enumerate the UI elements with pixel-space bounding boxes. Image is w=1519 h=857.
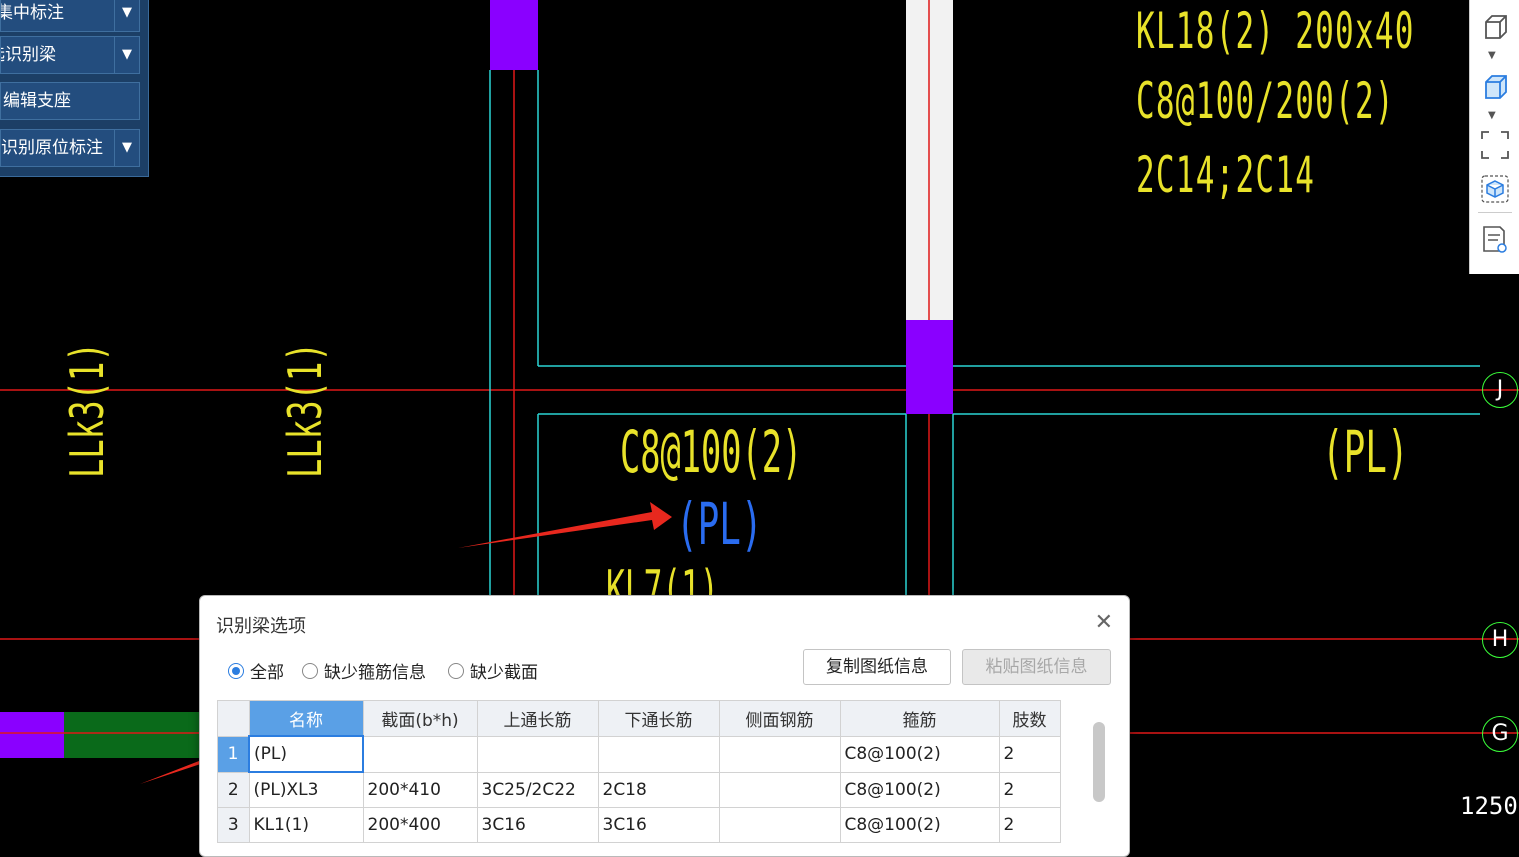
table-cell-bottom-rebar[interactable]: 3C16 bbox=[597, 807, 720, 843]
stirrup-label: C8@100(2) bbox=[620, 418, 803, 486]
view-toolbar: ▼ ▼ bbox=[1469, 0, 1519, 274]
table-cell-legs[interactable]: 2 bbox=[998, 735, 1061, 773]
table-cell-section[interactable] bbox=[362, 735, 478, 773]
column-mid bbox=[906, 320, 953, 414]
table-cell-stirrup[interactable]: C8@100(2) bbox=[839, 771, 1000, 808]
panel-item-label: 点选识别原位标注 bbox=[0, 138, 103, 158]
column-top bbox=[490, 0, 538, 70]
radio-label: 缺少箍筋信息 bbox=[324, 663, 426, 683]
table-row[interactable]: 3 KL1(1) 200*400 3C16 3C16 C8@100(2) 2 bbox=[217, 807, 1061, 843]
table-cell-top-rebar[interactable]: 3C25/2C22 bbox=[476, 771, 599, 808]
table-cell-bottom-rebar[interactable]: 2C18 bbox=[597, 771, 720, 808]
corner-cell bbox=[217, 700, 250, 737]
chevron-down-icon[interactable]: ▼ bbox=[1488, 110, 1496, 121]
table-cell-legs[interactable]: 2 bbox=[998, 807, 1061, 843]
radio-unchecked-icon[interactable] bbox=[448, 662, 464, 679]
row-number[interactable]: 3 bbox=[217, 807, 250, 843]
pl-label-selected: (PL) bbox=[676, 490, 763, 558]
table-cell-side-rebar[interactable] bbox=[718, 771, 841, 808]
copy-drawing-info-button[interactable]: 复制图纸信息 bbox=[803, 649, 951, 685]
pl-label-right: (PL) bbox=[1322, 418, 1409, 486]
paste-drawing-info-button[interactable]: 粘贴图纸信息 bbox=[962, 649, 1111, 685]
radio-missing-section[interactable]: 缺少截面 bbox=[448, 658, 538, 683]
radio-checked-icon[interactable] bbox=[228, 662, 244, 679]
column-header-bottom-rebar[interactable]: 下通长筋 bbox=[597, 700, 720, 737]
beam-table: 名称 截面(b*h) 上通长筋 下通长筋 侧面钢筋 箍筋 肢数 1 (PL) C… bbox=[217, 700, 1061, 843]
column-header-side-rebar[interactable]: 侧面钢筋 bbox=[718, 700, 841, 737]
axis-bubble-j: J bbox=[1482, 372, 1518, 408]
kl18-annotation-line3: 2C14;2C14 bbox=[1136, 146, 1316, 204]
column-left bbox=[0, 712, 64, 758]
table-cell-name[interactable]: KL1(1) bbox=[248, 807, 364, 843]
table-cell-stirrup[interactable]: C8@100(2) bbox=[839, 735, 1000, 773]
axis-bubble-g: G bbox=[1482, 716, 1518, 752]
chevron-down-icon[interactable]: ▼ bbox=[114, 37, 139, 73]
column-header-top-rebar[interactable]: 上通长筋 bbox=[476, 700, 599, 737]
3d-box-icon[interactable] bbox=[1480, 174, 1510, 204]
column-header-name[interactable]: 名称 bbox=[248, 700, 364, 737]
kl18-annotation-line2: C8@100/200(2) bbox=[1136, 72, 1395, 130]
column-header-legs[interactable]: 肢数 bbox=[998, 700, 1061, 737]
table-cell-side-rebar[interactable] bbox=[718, 735, 841, 773]
dialog-title: 识别梁选项 bbox=[216, 616, 306, 637]
panel-item-label: 改集中标注 bbox=[1, 3, 64, 23]
table-cell-top-rebar[interactable]: 3C16 bbox=[476, 807, 599, 843]
table-cell-side-rebar[interactable] bbox=[718, 807, 841, 843]
table-header-row: 名称 截面(b*h) 上通长筋 下通长筋 侧面钢筋 箍筋 肢数 bbox=[217, 700, 1061, 737]
green-beam bbox=[64, 712, 204, 758]
table-cell-section[interactable]: 200*400 bbox=[362, 807, 478, 843]
table-row[interactable]: 2 (PL)XL3 200*410 3C25/2C22 2C18 C8@100(… bbox=[217, 771, 1061, 808]
kl18-annotation-line1: KL18(2) 200x40 bbox=[1136, 2, 1415, 60]
edit-centralized-label-button[interactable]: 改集中标注 ▼ bbox=[0, 0, 140, 32]
axis-bubble-h: H bbox=[1482, 622, 1518, 658]
cube-blue-icon[interactable] bbox=[1480, 72, 1510, 102]
coord-readout: 1250 bbox=[1460, 792, 1518, 820]
toolbar-divider bbox=[1478, 212, 1512, 213]
table-cell-bottom-rebar[interactable] bbox=[597, 735, 720, 773]
panel-item-label: 编辑支座 bbox=[3, 91, 71, 111]
fit-view-icon[interactable] bbox=[1480, 130, 1510, 160]
chevron-down-icon[interactable]: ▼ bbox=[114, 130, 139, 166]
llk-label-left: LLk3(1) bbox=[60, 342, 114, 478]
row-number[interactable]: 1 bbox=[217, 735, 250, 773]
table-cell-stirrup[interactable]: C8@100(2) bbox=[839, 807, 1000, 843]
radio-unchecked-icon[interactable] bbox=[302, 662, 318, 679]
close-icon[interactable]: ✕ bbox=[1095, 610, 1113, 635]
identify-beam-options-dialog: 识别梁选项 ✕ 全部 缺少箍筋信息 缺少截面 复制图纸信息 粘贴图纸信息 名称 … bbox=[199, 595, 1130, 857]
radio-label: 缺少截面 bbox=[470, 663, 538, 683]
table-cell-name[interactable]: (PL)XL3 bbox=[248, 771, 364, 808]
column-header-section[interactable]: 截面(b*h) bbox=[362, 700, 478, 737]
radio-missing-stirrup[interactable]: 缺少箍筋信息 bbox=[302, 658, 426, 683]
radio-all[interactable]: 全部 bbox=[228, 658, 284, 683]
pick-identify-beam-button[interactable]: 点选识别梁 ▼ bbox=[0, 36, 140, 74]
table-row[interactable]: 1 (PL) C8@100(2) 2 bbox=[217, 735, 1061, 773]
llk-label-right: LLk3(1) bbox=[278, 342, 332, 478]
identify-in-situ-label-button[interactable]: 点选识别原位标注 ▼ bbox=[0, 129, 140, 167]
table-cell-legs[interactable]: 2 bbox=[998, 771, 1061, 808]
document-view-icon[interactable] bbox=[1480, 224, 1510, 254]
cube-view-icon[interactable] bbox=[1480, 12, 1510, 42]
edit-support-button[interactable]: 编辑支座 bbox=[0, 82, 140, 120]
table-scrollbar[interactable] bbox=[1093, 722, 1105, 802]
command-panel: 改集中标注 ▼ 点选识别梁 ▼ 编辑支座 点选识别原位标注 ▼ bbox=[0, 0, 149, 177]
panel-item-label: 点选识别梁 bbox=[1, 45, 56, 65]
chevron-down-icon[interactable]: ▼ bbox=[114, 0, 139, 31]
chevron-down-icon[interactable]: ▼ bbox=[1488, 50, 1496, 61]
table-cell-section[interactable]: 200*410 bbox=[362, 771, 478, 808]
column-header-stirrup[interactable]: 箍筋 bbox=[839, 700, 1000, 737]
table-cell-name[interactable]: (PL) bbox=[248, 735, 364, 773]
radio-label: 全部 bbox=[250, 663, 284, 683]
table-cell-top-rebar[interactable] bbox=[476, 735, 599, 773]
row-number[interactable]: 2 bbox=[217, 771, 250, 808]
